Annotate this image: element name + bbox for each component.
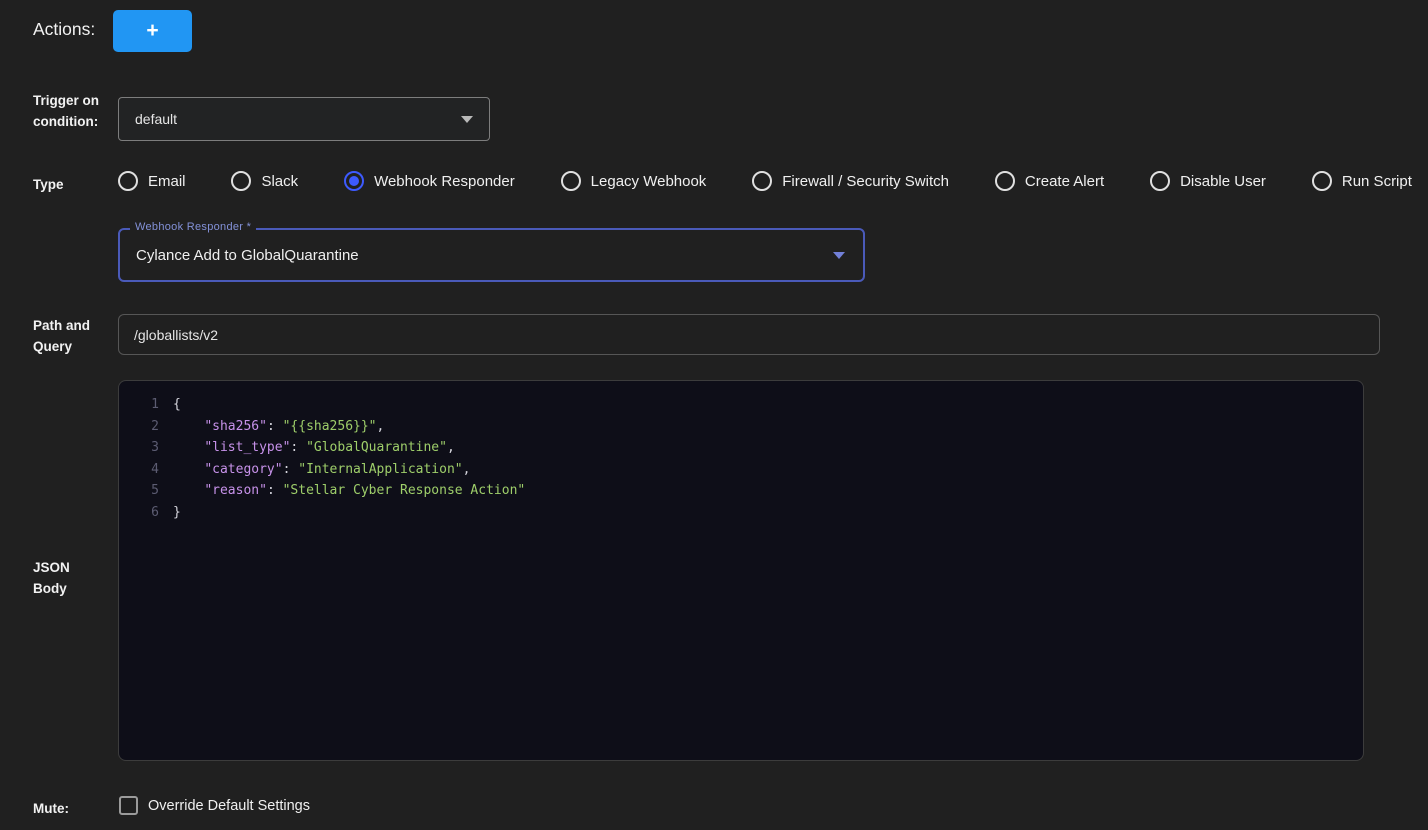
radio-icon — [118, 171, 138, 191]
automation-action-form: Actions: + Trigger on condition: default… — [0, 0, 1428, 830]
type-radio-option[interactable]: Disable User — [1150, 171, 1266, 191]
line-number: 3 — [119, 437, 173, 459]
webhook-responder-select-label: Webhook Responder * — [130, 221, 256, 233]
radio-dot — [123, 176, 133, 186]
radio-label: Create Alert — [1025, 173, 1104, 190]
webhook-responder-select-value: Cylance Add to GlobalQuarantine — [136, 247, 359, 264]
radio-label: Legacy Webhook — [591, 173, 707, 190]
radio-dot — [1317, 176, 1327, 186]
json-body-editor[interactable]: 1 { 2 "sha256": "{{sha256}}", 3 "list_ty… — [118, 380, 1364, 761]
line-code: } — [173, 502, 181, 524]
actions-label: Actions: — [33, 19, 95, 40]
line-code: "list_type": "GlobalQuarantine", — [173, 437, 455, 459]
line-number: 2 — [119, 416, 173, 438]
radio-icon — [231, 171, 251, 191]
line-number: 1 — [119, 394, 173, 416]
line-code: "reason": "Stellar Cyber Response Action… — [173, 480, 525, 502]
code-line: 6 } — [119, 502, 1363, 524]
type-radio-option[interactable]: Email — [118, 171, 186, 191]
code-line: 5 "reason": "Stellar Cyber Response Acti… — [119, 480, 1363, 502]
radio-label: Email — [148, 173, 186, 190]
type-radio-option[interactable]: Legacy Webhook — [561, 171, 707, 191]
override-default-settings-label: Override Default Settings — [148, 798, 310, 814]
code-line: 1 { — [119, 394, 1363, 416]
radio-dot — [1000, 176, 1010, 186]
code-line: 4 "category": "InternalApplication", — [119, 459, 1363, 481]
code-lines: 1 { 2 "sha256": "{{sha256}}", 3 "list_ty… — [119, 394, 1363, 523]
trigger-condition-label: Trigger on condition: — [33, 90, 111, 132]
code-line: 2 "sha256": "{{sha256}}", — [119, 416, 1363, 438]
type-radio-group: Email Slack Webhook Responder Legacy Web… — [118, 166, 1412, 196]
trigger-condition-select[interactable]: default — [118, 97, 490, 141]
radio-label: Disable User — [1180, 173, 1266, 190]
override-default-settings-checkbox[interactable] — [119, 796, 138, 815]
line-number: 6 — [119, 502, 173, 524]
chevron-down-icon — [461, 116, 473, 123]
radio-icon — [561, 171, 581, 191]
radio-dot — [236, 176, 246, 186]
type-radio-option[interactable]: Run Script — [1312, 171, 1412, 191]
line-number: 4 — [119, 459, 173, 481]
radio-icon — [995, 171, 1015, 191]
radio-icon — [344, 171, 364, 191]
radio-icon — [1150, 171, 1170, 191]
type-radio-option[interactable]: Create Alert — [995, 171, 1104, 191]
radio-icon — [1312, 171, 1332, 191]
radio-label: Firewall / Security Switch — [782, 173, 949, 190]
radio-dot — [349, 176, 359, 186]
radio-icon — [752, 171, 772, 191]
line-code: "sha256": "{{sha256}}", — [173, 416, 384, 438]
radio-label: Run Script — [1342, 173, 1412, 190]
radio-dot — [566, 176, 576, 186]
plus-icon: + — [146, 19, 158, 43]
path-query-label: Path and Query — [33, 315, 113, 357]
chevron-down-icon — [833, 252, 845, 259]
webhook-responder-select[interactable]: Webhook Responder * Cylance Add to Globa… — [118, 228, 865, 282]
radio-label: Slack — [261, 173, 298, 190]
mute-label: Mute: — [33, 798, 69, 819]
line-code: { — [173, 394, 181, 416]
line-code: "category": "InternalApplication", — [173, 459, 470, 481]
radio-dot — [1155, 176, 1165, 186]
radio-dot — [757, 176, 767, 186]
radio-label: Webhook Responder — [374, 173, 515, 190]
path-query-input[interactable] — [118, 314, 1380, 355]
type-label: Type — [33, 174, 64, 195]
type-radio-option[interactable]: Webhook Responder — [344, 171, 515, 191]
code-line: 3 "list_type": "GlobalQuarantine", — [119, 437, 1363, 459]
type-radio-option[interactable]: Firewall / Security Switch — [752, 171, 949, 191]
type-radio-option[interactable]: Slack — [231, 171, 298, 191]
trigger-condition-value: default — [135, 111, 177, 127]
json-body-label: JSON Body — [33, 557, 93, 599]
add-action-button[interactable]: + — [113, 10, 192, 52]
line-number: 5 — [119, 480, 173, 502]
